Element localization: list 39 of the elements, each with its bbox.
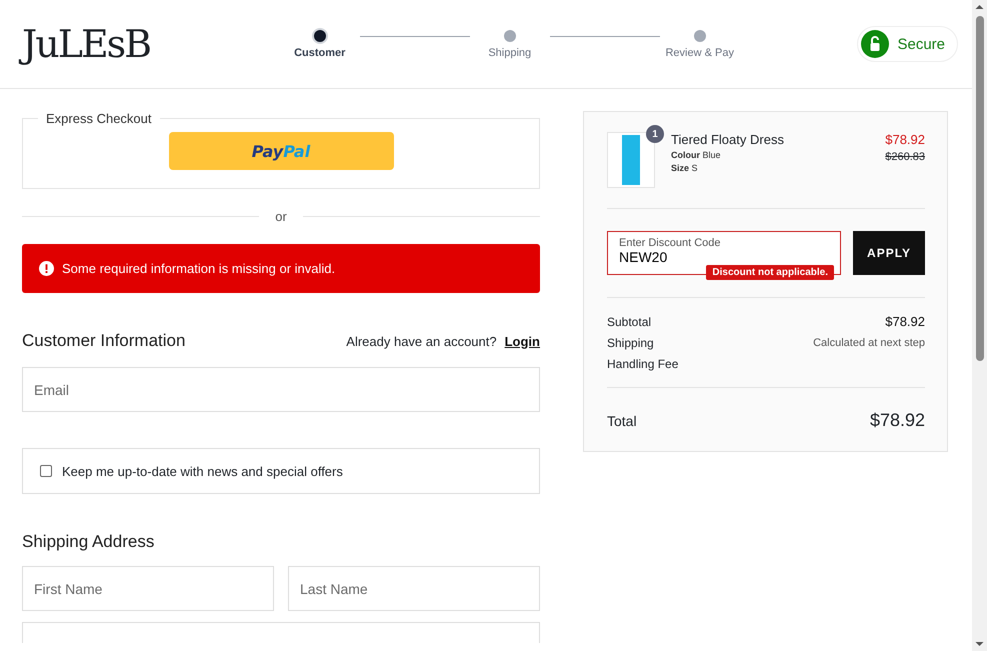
panel-legend: Express Checkout [38,111,160,126]
error-message: Some required information is missing or invalid. [62,261,336,276]
summary-label: Handling Fee [607,357,678,371]
account-prompt: Already have an account? [346,334,497,348]
total-value: $78.92 [870,410,925,431]
lock-icon [861,30,890,58]
scrollbar-thumb[interactable] [976,16,984,361]
scrollbar[interactable] [972,0,987,651]
section-title: Customer Information [22,331,186,351]
step-label: Shipping [488,46,532,58]
product-size: Size S [671,163,699,173]
secure-badge: Secure [857,26,958,62]
newsletter-option[interactable]: Keep me up-to-date with news and special offers [22,448,540,494]
address-field[interactable] [22,622,540,643]
product-name: Tiered Floaty Dress [671,132,785,147]
checkbox[interactable] [40,465,52,477]
code-input[interactable]: NEW20 [619,249,829,265]
summary-value: Calculated at next step [813,337,925,349]
paypal-button[interactable]: PayPal [168,132,394,170]
sale-price: $78.92 [885,132,925,147]
product-colour: Colour Blue [671,150,722,160]
step-label: Review & Pay [665,46,734,58]
alert-icon [39,261,54,276]
original-price: $260.83 [885,151,925,163]
summary-label: Shipping [607,336,654,350]
discount-error-tooltip: Discount not applicable. [706,265,834,280]
name-field[interactable]: Last Name [288,566,540,611]
email-field[interactable]: Email [22,367,540,412]
section-title: Shipping Address [22,532,156,552]
quantity-badge: 1 [646,125,664,143]
apply-button[interactable]: APPLY [853,231,925,275]
or-divider-label: or [275,209,287,224]
summary-value: $78.92 [885,314,925,329]
photo-placeholder [622,135,640,185]
summary-label: Subtotal [607,314,652,328]
login-link[interactable]: Login [504,334,540,348]
total-label: Total [607,412,637,428]
name-field[interactable]: First Name [22,566,274,611]
step-label: Customer [294,46,346,58]
